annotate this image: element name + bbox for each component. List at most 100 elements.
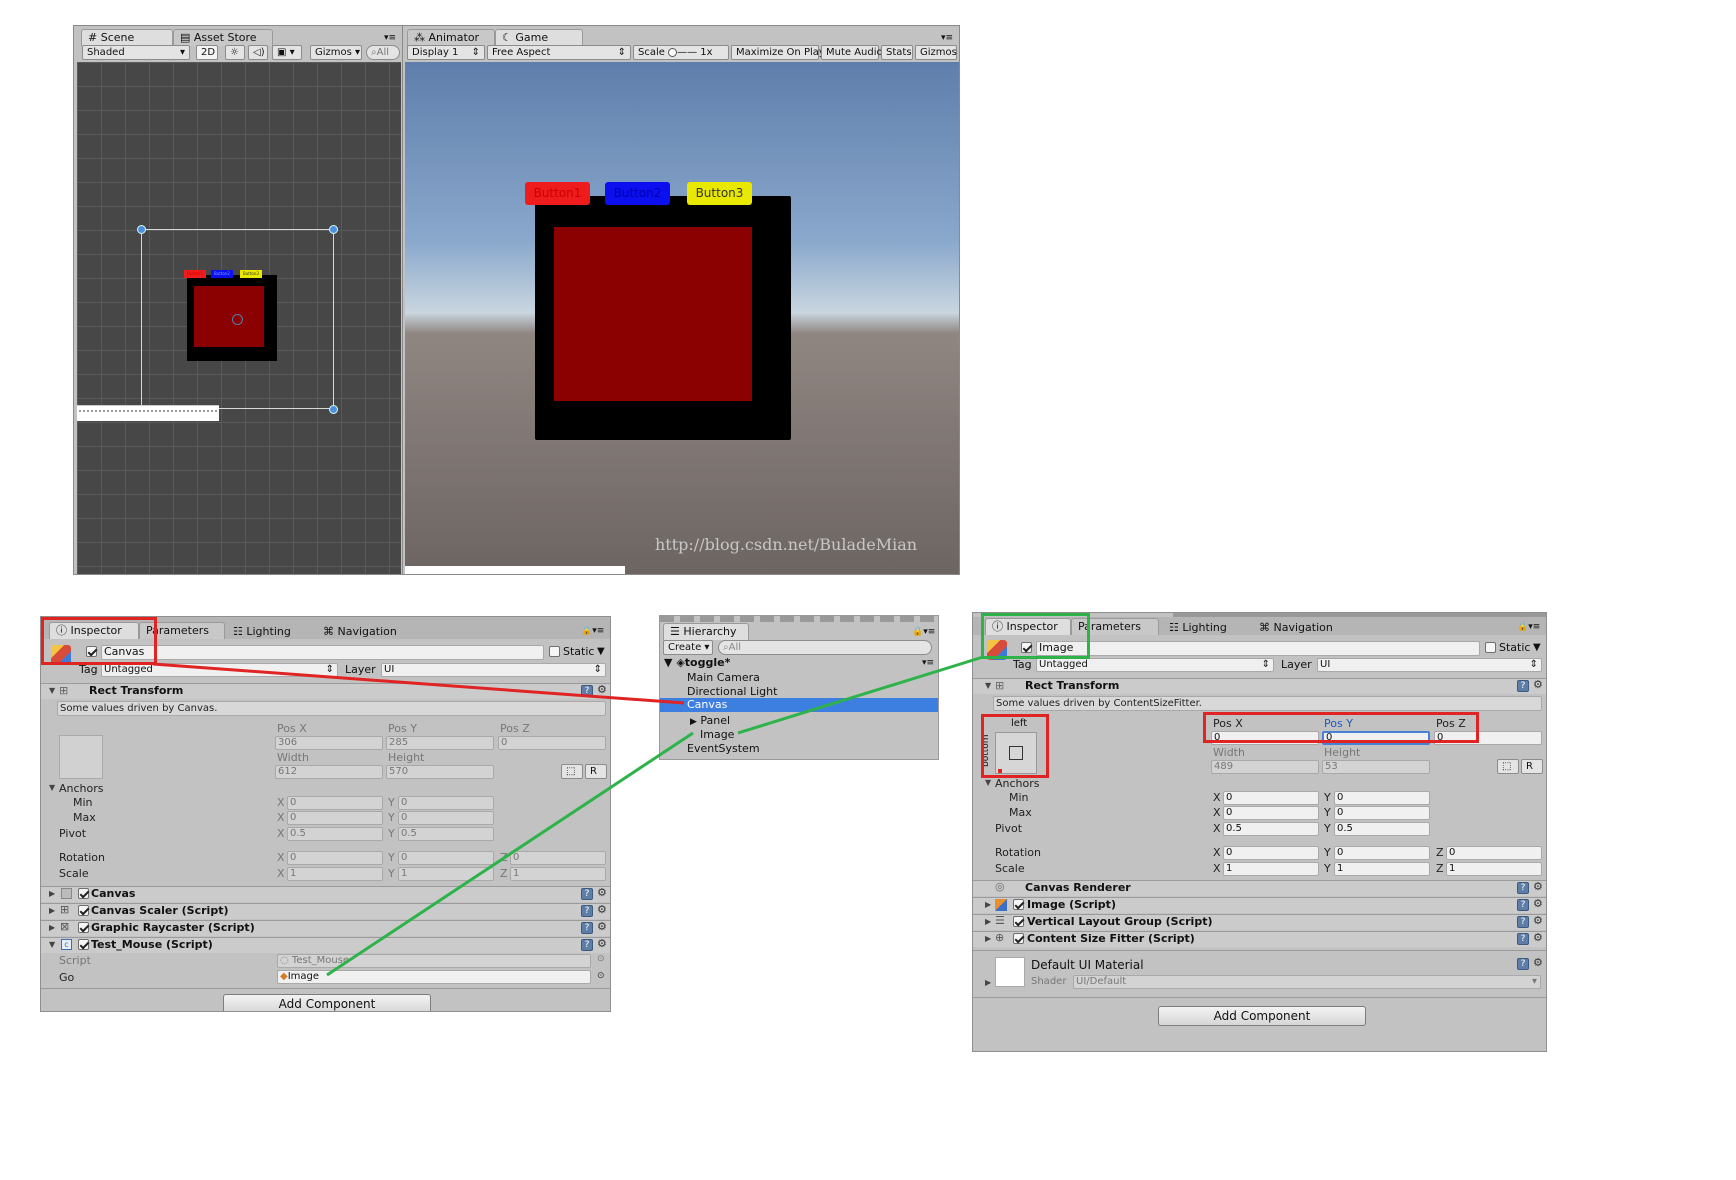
anchor-max-y-field[interactable]: 0: [398, 811, 494, 825]
toggle-2d-button[interactable]: 2D: [196, 45, 218, 60]
pivot-y-field[interactable]: 0.5: [1334, 822, 1430, 836]
settings-gear-icon[interactable]: ⚙: [1533, 932, 1543, 944]
scale-slider-thumb[interactable]: [668, 47, 678, 57]
tab-hierarchy[interactable]: ☰ Hierarchy: [663, 623, 749, 640]
anchor-min-y-field[interactable]: 0: [398, 796, 494, 810]
expand-arrow-icon[interactable]: ▶: [985, 933, 991, 945]
game-button-1[interactable]: Button1: [525, 182, 590, 205]
rect-handle[interactable]: [137, 225, 146, 234]
blueprint-mode-button[interactable]: ⬚: [561, 764, 583, 779]
rotation-y-field[interactable]: 0: [398, 851, 494, 865]
object-name-field[interactable]: Image: [1036, 641, 1480, 656]
scale-y-field[interactable]: 1: [398, 867, 494, 881]
anchor-min-y-field[interactable]: 0: [1334, 791, 1430, 805]
object-picker-icon[interactable]: ⊙: [597, 971, 605, 981]
scene-button-3[interactable]: Button3: [240, 270, 262, 278]
tab-game[interactable]: ☾ Game: [495, 29, 583, 46]
scene-menu-icon[interactable]: ▾≡: [922, 658, 934, 668]
hierarchy-item-eventsystem[interactable]: EventSystem: [687, 742, 760, 756]
object-name-field[interactable]: Canvas: [101, 645, 544, 660]
create-dropdown[interactable]: Create ▾: [663, 640, 713, 655]
help-icon[interactable]: ?: [1517, 680, 1529, 692]
anchor-min-x-field[interactable]: 0: [1223, 791, 1319, 805]
anchor-max-x-field[interactable]: 0: [1223, 806, 1319, 820]
blueprint-mode-button[interactable]: ⬚: [1497, 759, 1519, 774]
settings-gear-icon[interactable]: ⚙: [1533, 957, 1543, 969]
pivot-y-field[interactable]: 0.5: [398, 827, 494, 841]
game-gizmos-toggle[interactable]: Gizmos: [915, 45, 957, 60]
hierarchy-item-main-camera[interactable]: Main Camera: [687, 671, 760, 685]
go-object-field[interactable]: ◆Image: [277, 970, 591, 984]
raw-edit-button[interactable]: R: [585, 764, 607, 779]
stats-toggle[interactable]: Stats: [881, 45, 913, 60]
anchor-min-x-field[interactable]: 0: [287, 796, 383, 810]
scene-root-item[interactable]: ▼ ◈toggle*: [664, 656, 730, 670]
help-icon[interactable]: ?: [1517, 899, 1529, 911]
layer-dropdown[interactable]: UI ⇕: [1317, 658, 1542, 672]
scale-x-field[interactable]: 1: [287, 867, 383, 881]
scale-z-field[interactable]: 1: [1446, 862, 1542, 876]
settings-gear-icon[interactable]: ⚙: [597, 921, 607, 933]
expand-arrow-icon[interactable]: ▶: [985, 977, 991, 989]
scale-y-field[interactable]: 1: [1334, 862, 1430, 876]
help-icon[interactable]: ?: [581, 888, 593, 900]
scene-image[interactable]: [194, 286, 264, 347]
mute-audio-toggle[interactable]: Mute Audio: [821, 45, 883, 60]
expand-arrow-icon[interactable]: ▶: [985, 899, 991, 911]
scene-button-2[interactable]: Button2: [211, 270, 233, 278]
pos-y-field[interactable]: 285: [386, 736, 494, 750]
tab-lighting[interactable]: ☷ Lighting: [1169, 621, 1227, 634]
pivot-x-field[interactable]: 0.5: [287, 827, 383, 841]
component-enabled-checkbox[interactable]: [78, 905, 89, 916]
panel-menu-icon[interactable]: ▾≡: [384, 33, 396, 43]
help-icon[interactable]: ?: [581, 939, 593, 951]
pos-z-field[interactable]: 0: [498, 736, 606, 750]
panel-menu-icon[interactable]: ▾≡: [941, 33, 953, 43]
rotation-x-field[interactable]: 0: [1223, 846, 1319, 860]
raw-edit-button[interactable]: R: [1521, 759, 1543, 774]
object-picker-icon[interactable]: ⊙: [597, 954, 605, 964]
hierarchy-item-panel[interactable]: ▶ Panel: [690, 714, 730, 729]
rotation-z-field[interactable]: 0: [1446, 846, 1542, 860]
help-icon[interactable]: ?: [1517, 882, 1529, 894]
tab-navigation[interactable]: ⌘ Navigation: [323, 625, 397, 638]
component-enabled-checkbox[interactable]: [78, 888, 89, 899]
hierarchy-item-image[interactable]: Image: [700, 728, 734, 742]
settings-gear-icon[interactable]: ⚙: [597, 887, 607, 899]
rotation-y-field[interactable]: 0: [1334, 846, 1430, 860]
expand-arrow-icon[interactable]: ▶: [985, 916, 991, 928]
game-image[interactable]: [554, 227, 752, 401]
help-icon[interactable]: ?: [581, 685, 593, 697]
scale-x-field[interactable]: 1: [1223, 862, 1319, 876]
tab-lighting[interactable]: ☷ Lighting: [233, 625, 291, 638]
help-icon[interactable]: ?: [1517, 933, 1529, 945]
component-enabled-checkbox[interactable]: [78, 939, 89, 950]
lock-icon[interactable]: 🔒▾≡: [912, 627, 935, 637]
scene-button-1[interactable]: Button1: [184, 270, 206, 278]
game-button-3[interactable]: Button3: [687, 182, 752, 205]
settings-gear-icon[interactable]: ⚙: [1533, 881, 1543, 893]
rect-handle[interactable]: [329, 405, 338, 414]
effects-dropdown-icon[interactable]: ▣ ▾: [272, 45, 302, 60]
hierarchy-search-input[interactable]: ⌕All: [718, 640, 932, 655]
scale-slider[interactable]: Scale —— 1x: [633, 45, 729, 60]
scene-gizmos-dropdown[interactable]: Gizmos ▾: [310, 45, 362, 60]
static-dropdown-icon[interactable]: ▼: [597, 646, 605, 657]
help-icon[interactable]: ?: [581, 922, 593, 934]
settings-gear-icon[interactable]: ⚙: [1533, 915, 1543, 927]
height-field[interactable]: 570: [386, 765, 494, 779]
width-field[interactable]: 489: [1211, 760, 1319, 774]
lighting-toggle-icon[interactable]: ☼: [225, 45, 245, 60]
tab-asset-store[interactable]: ▤ Asset Store: [173, 29, 273, 46]
component-enabled-checkbox[interactable]: [1013, 933, 1024, 944]
audio-toggle-icon[interactable]: ◁): [248, 45, 268, 60]
anchors-arrow-icon[interactable]: ▼: [985, 777, 991, 789]
tab-animator[interactable]: ⁂ Animator: [407, 29, 495, 46]
expand-arrow-icon[interactable]: ▼: [49, 939, 55, 951]
rotation-x-field[interactable]: 0: [287, 851, 383, 865]
help-icon[interactable]: ?: [581, 905, 593, 917]
component-enabled-checkbox[interactable]: [1013, 899, 1024, 910]
anchors-arrow-icon[interactable]: ▼: [49, 782, 55, 794]
expand-arrow-icon[interactable]: ▶: [49, 905, 55, 917]
settings-gear-icon[interactable]: ⚙: [597, 684, 607, 696]
